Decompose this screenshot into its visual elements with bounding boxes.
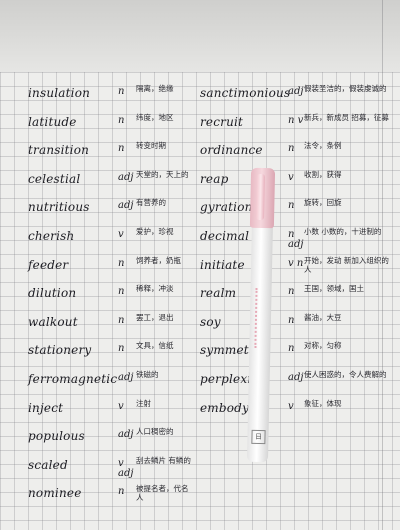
chinese-definition: 刮去鳞片 有鳞的: [136, 455, 191, 465]
vocab-word: ordinance: [200, 143, 263, 158]
chinese-definition: 象征，体现: [304, 398, 342, 408]
pen-print-pattern: [254, 287, 268, 349]
vocab-word: realm: [200, 286, 237, 301]
vocab-word: gyration: [200, 200, 253, 215]
vocab-word: nominee: [28, 486, 82, 501]
vocab-row: decimal n adj 小数 小数的，十进制的: [0, 227, 400, 257]
vocab-word: soy: [200, 314, 221, 329]
vocab-word: scaled: [28, 457, 68, 472]
part-of-speech: v adj: [118, 457, 134, 479]
vocab-row: recruit n v 新兵，新成员 招募，征募: [0, 112, 400, 143]
vocab-row: embody v 象征，体现: [0, 398, 400, 429]
vocab-row: scaled v adj 刮去鳞片 有鳞的: [0, 455, 400, 486]
chinese-definition: 王国，领域，国土: [304, 284, 364, 294]
vocab-row: populous adj 人口稠密的: [0, 427, 400, 457]
vocab-row: soy n 酱油，大豆: [0, 312, 400, 343]
pen-label: 日: [251, 429, 266, 445]
vocab-word: populous: [28, 429, 85, 444]
chinese-definition: 小数 小数的，十进制的: [304, 227, 382, 236]
page-top-shadow: [0, 0, 400, 72]
vocab-word: recruit: [200, 114, 244, 129]
chinese-definition: 新兵，新成员 招募，征募: [304, 112, 389, 122]
chinese-definition: 对称，匀称: [304, 341, 342, 351]
part-of-speech: n: [118, 486, 125, 498]
vocab-row: realm n 王国，领域，国土: [0, 284, 400, 314]
chinese-definition: 旋转，回旋: [304, 198, 342, 208]
chinese-definition: 使人困惑的，令人费解的: [304, 370, 387, 379]
pen-clip: [256, 173, 265, 221]
chinese-definition: 开始，发动 新加入组织的人: [304, 255, 389, 274]
vocab-row: initiate v n 开始，发动 新加入组织的人: [0, 255, 400, 286]
vocab-row: perplexing adj 使人困惑的，令人费解的: [0, 370, 400, 400]
vocab-word: sanctimonious: [200, 86, 291, 100]
vocab-word: embody: [200, 400, 250, 415]
vocab-word: initiate: [200, 257, 245, 272]
vocab-word: reap: [200, 171, 229, 186]
chinese-definition: 法令，条例: [304, 141, 342, 151]
vocab-word: decimal: [200, 229, 250, 243]
vocab-row: sanctimonious adj 假装圣洁的，假装虔诚的: [0, 84, 400, 114]
pen: 日: [243, 167, 279, 467]
chinese-definition: 被提名者，代名人: [136, 484, 189, 503]
part-of-speech: adj: [118, 429, 134, 441]
vocab-row: ordinance n 法令，条例: [0, 141, 400, 171]
chinese-definition: 假装圣洁的，假装虔诚的: [304, 84, 387, 93]
vocab-row: nominee n 被提名者，代名人: [0, 484, 400, 514]
chinese-definition: 酱油，大豆: [304, 312, 342, 322]
vocab-row: gyration n 旋转，回旋: [0, 198, 400, 228]
chinese-definition: 收割，获得: [304, 169, 342, 179]
vocab-row: symmetry n 对称，匀称: [0, 341, 400, 371]
vocab-row: reap v 收割，获得: [0, 169, 400, 200]
